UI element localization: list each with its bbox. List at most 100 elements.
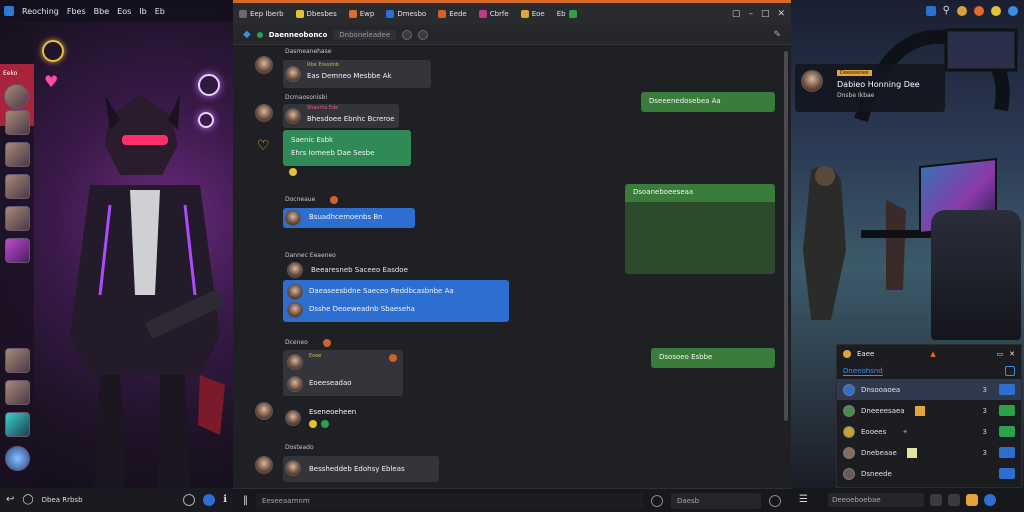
rail-avatar-5[interactable] xyxy=(5,238,30,263)
list-icon[interactable]: ☰ xyxy=(799,495,808,505)
rail-avatar-4[interactable] xyxy=(5,206,30,231)
message-text: Saenic Esbk xyxy=(291,136,334,144)
rank-icon xyxy=(914,405,925,416)
app-logo-icon xyxy=(4,6,14,16)
image-icon[interactable] xyxy=(929,494,942,506)
message-author: Dasmeanehase xyxy=(285,48,332,55)
message-text-2: Ehrs Iomeeb Dae Sesbe xyxy=(291,149,375,157)
status-icon[interactable] xyxy=(203,494,216,506)
tab-8[interactable]: Eb xyxy=(557,10,583,18)
chat-titlebar: Eep Iberb Dbesbes Ewp Dmesbo Eede Cbrfe … xyxy=(233,3,791,25)
menu-item-5[interactable]: Ib xyxy=(139,7,146,16)
friends-tab-label[interactable]: Dneeohsnd xyxy=(843,367,883,376)
emoji-icon[interactable] xyxy=(947,494,960,506)
tab-1[interactable]: Eep Iberb xyxy=(239,10,290,18)
reaction-icon[interactable] xyxy=(309,420,317,428)
close-icon[interactable]: ✕ xyxy=(1009,350,1015,358)
flame-icon: ▲ xyxy=(930,350,936,358)
rail-avatar-9[interactable] xyxy=(5,446,30,471)
friend-row[interactable]: Eooees ✦ 3 xyxy=(837,421,1021,442)
tab-2[interactable]: Dbesbes xyxy=(295,10,343,18)
channel-icon: ◆ xyxy=(243,28,251,40)
friend-action-button[interactable] xyxy=(999,405,1015,416)
tab-7[interactable]: Eoe xyxy=(520,10,551,18)
tab-6[interactable]: Cbrfe xyxy=(478,10,515,18)
message-author: Dannec Eeaeneo xyxy=(285,252,336,259)
friend-action-button[interactable] xyxy=(999,384,1015,395)
chat-bubble-icon[interactable]: ◯ xyxy=(22,495,33,505)
info-icon[interactable]: ℹ xyxy=(223,495,227,505)
friend-row[interactable]: Dneeeesaea 3 xyxy=(837,400,1021,421)
pause-icon[interactable]: ‖ xyxy=(243,495,248,506)
tab-5[interactable]: Eede xyxy=(438,10,472,18)
friend-row[interactable]: Dsneede xyxy=(837,463,1021,484)
close-icon[interactable]: ✕ xyxy=(777,9,785,19)
menu-item-1[interactable]: Reoching xyxy=(22,7,59,16)
avatar xyxy=(287,302,303,318)
maximize-icon[interactable]: □ xyxy=(761,9,770,19)
outgoing-message-bubble: Dsoaneboeeseaa xyxy=(625,184,775,274)
avatar xyxy=(285,460,301,476)
settings-icon[interactable] xyxy=(183,494,196,506)
menu-item-2[interactable]: Fbes xyxy=(67,7,86,16)
notification-card[interactable]: Deeeeenee Dabieo Honning Dee Dnsbe Ikbae xyxy=(795,64,945,112)
figure-icon: ✦ xyxy=(902,427,909,436)
header-action-icon-2[interactable] xyxy=(418,29,429,40)
rail-avatar-7[interactable] xyxy=(5,380,30,405)
message-bubble: Sheorhs Ede Bhesdoee Ebnhc Bcreroe xyxy=(283,104,399,128)
rail-avatar-1[interactable] xyxy=(5,110,30,135)
outgoing-message-bubble: Dseeenedosebea Aa xyxy=(641,92,775,112)
friend-row[interactable]: Dnsooaoea 3 xyxy=(837,379,1021,400)
rail-avatar-2[interactable] xyxy=(5,142,30,167)
rail-avatar-6[interactable] xyxy=(5,348,30,373)
menu-item-6[interactable]: Eb xyxy=(155,7,165,16)
menu-item-4[interactable]: Eos xyxy=(117,7,131,16)
header-action-icon-1[interactable] xyxy=(402,29,413,40)
pin-icon[interactable]: ✎ xyxy=(773,30,781,40)
emoji-icon[interactable] xyxy=(289,168,297,176)
gift-icon[interactable] xyxy=(965,494,978,506)
chat-window: Eep Iberb Dbesbes Ewp Dmesbo Eede Cbrfe … xyxy=(233,0,791,488)
notification-tag: Deeeeenee xyxy=(837,70,872,76)
avatar[interactable] xyxy=(255,56,273,74)
rail-avatar-8[interactable] xyxy=(5,412,30,437)
message-bubble: Eseneoeheen xyxy=(283,406,393,432)
emoji-picker-icon[interactable] xyxy=(651,494,663,507)
rail-avatar-3[interactable] xyxy=(5,174,30,199)
avatar[interactable] xyxy=(255,456,273,474)
avatar[interactable] xyxy=(255,402,273,420)
avatar xyxy=(285,410,301,426)
menu-item-3[interactable]: Bbe xyxy=(94,7,110,16)
friend-search-input[interactable]: Deeoeboebae xyxy=(827,493,924,507)
message-input[interactable]: Eeseeaamnm xyxy=(256,492,643,509)
friend-row[interactable]: Dnebeaae 3 xyxy=(837,442,1021,463)
tab-label: Eb xyxy=(556,10,566,18)
left-topbar: Reoching Fbes Bbe Eos Ib Eb xyxy=(0,0,233,22)
send-icon[interactable] xyxy=(769,494,781,507)
scrollbar[interactable] xyxy=(784,51,788,421)
filter-icon[interactable] xyxy=(1005,366,1015,376)
emoji-icon[interactable] xyxy=(389,354,397,362)
minimize-icon[interactable]: – xyxy=(748,9,753,19)
tab-icon xyxy=(239,10,247,18)
avatar[interactable] xyxy=(287,262,303,278)
search-input[interactable]: Daesb xyxy=(671,492,761,509)
reaction-icon[interactable] xyxy=(321,420,329,428)
friend-action-button[interactable] xyxy=(999,426,1015,437)
friend-action-button[interactable] xyxy=(999,468,1015,479)
expand-icon[interactable]: ▭ xyxy=(997,350,1004,358)
popout-icon[interactable]: ▢ xyxy=(732,9,741,19)
tab-4[interactable]: Dmesbo xyxy=(386,10,432,18)
avatar[interactable] xyxy=(255,104,273,122)
channel-title: Daenneobonco xyxy=(268,30,328,39)
profile-icon[interactable] xyxy=(983,494,996,506)
back-icon[interactable]: ↩ xyxy=(6,495,14,505)
message-list: Dasmeanehase Rbe Ereodnb Eas Demneo Mesb… xyxy=(233,48,781,488)
friend-action-button[interactable] xyxy=(999,447,1015,458)
avatar xyxy=(285,66,301,82)
channel-subtitle[interactable]: Dnboneleadee xyxy=(333,29,397,40)
avatar[interactable] xyxy=(4,84,29,109)
avatar xyxy=(287,354,303,370)
tab-3[interactable]: Ewp xyxy=(348,10,381,18)
friend-name: Eooees xyxy=(861,427,887,436)
